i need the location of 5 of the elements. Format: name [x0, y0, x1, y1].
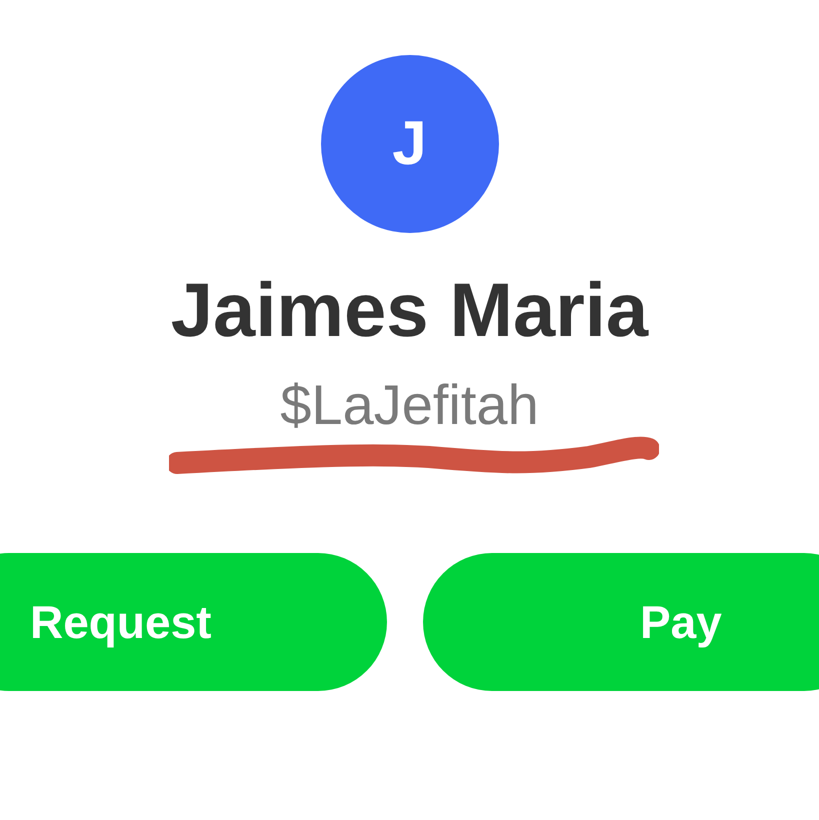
- pay-button[interactable]: Pay: [423, 553, 819, 691]
- cashtag: $LaJefitah: [280, 377, 539, 433]
- avatar-initial: J: [392, 113, 427, 175]
- request-button[interactable]: Request: [0, 553, 387, 691]
- contact-name: Jaimes Maria: [170, 273, 648, 349]
